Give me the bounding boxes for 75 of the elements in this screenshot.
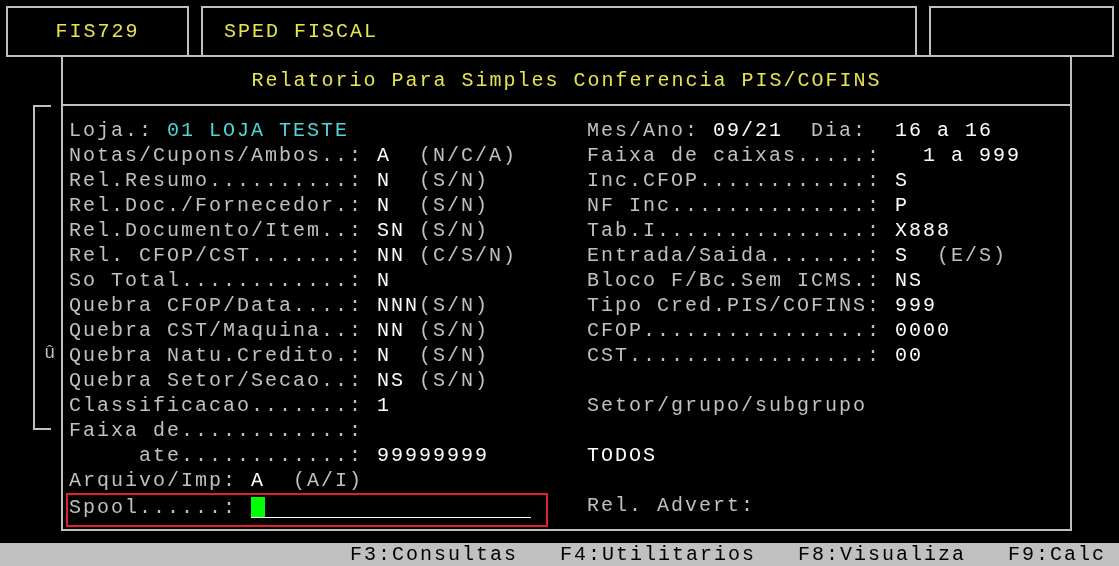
field-label: Tab.I...............: xyxy=(587,219,882,242)
field-label: Tipo Cred.PIS/COFINS: xyxy=(587,294,882,317)
field-hint: (S/N) xyxy=(419,343,489,368)
field-value[interactable]: 0000 xyxy=(895,319,951,342)
field-value[interactable]: N xyxy=(377,194,391,217)
function-key[interactable]: F8:Visualiza xyxy=(797,543,966,566)
field-value[interactable]: NN xyxy=(377,244,405,267)
field-label: Spool......: xyxy=(69,495,238,520)
field-label: NF Inc..............: xyxy=(587,194,882,217)
module-title: SPED FISCAL xyxy=(224,20,379,43)
field-hint: (S/N) xyxy=(419,293,489,318)
field-value[interactable]: S xyxy=(895,244,909,267)
field-label: Quebra CFOP/Data....: xyxy=(69,294,364,317)
field-label: Notas/Cupons/Ambos..: xyxy=(69,144,364,167)
field-hint: (S/N) xyxy=(419,168,489,193)
field-label: Quebra Setor/Secao..: xyxy=(69,369,364,392)
field-value[interactable]: 1 xyxy=(377,394,391,417)
field-hint: (S/N) xyxy=(419,368,489,393)
field-label: Entrada/Saida.......: xyxy=(587,244,882,267)
field-value[interactable]: 01 LOJA TESTE xyxy=(167,118,350,143)
field-hint: (N/C/A) xyxy=(419,143,517,168)
field-hint: (A/I) xyxy=(293,468,364,493)
field-value[interactable]: SN xyxy=(377,219,405,242)
field-value: TODOS xyxy=(587,443,657,468)
field-value[interactable]: NN xyxy=(377,319,405,342)
field-label: CFOP................: xyxy=(587,319,882,342)
dialog-title: Relatorio Para Simples Conferencia PIS/COFINS xyxy=(251,69,882,92)
field-hint: (S/N) xyxy=(419,218,489,243)
function-key[interactable]: F9:Calc xyxy=(1008,543,1106,566)
function-key[interactable]: F4:Utilitarios xyxy=(559,543,756,566)
field-value[interactable]: N xyxy=(377,269,391,292)
field-label: Rel.Resumo..........: xyxy=(69,169,364,192)
section-label: Rel. Advert: xyxy=(587,493,756,518)
field-label: Dia: xyxy=(811,118,868,143)
field-value[interactable]: A xyxy=(251,468,266,493)
field-value[interactable]: A xyxy=(377,144,391,167)
field-value[interactable]: N xyxy=(377,169,391,192)
field-value[interactable]: 99999999 xyxy=(377,444,489,467)
field-hint: (E/S) xyxy=(937,243,1007,268)
field-value[interactable]: 16 a 16 xyxy=(895,118,994,143)
field-hint: (C/S/N) xyxy=(419,243,517,268)
field-label: Faixa de caixas.....: xyxy=(587,144,882,167)
field-value[interactable]: X888 xyxy=(895,219,951,242)
field-label: Arquivo/Imp: xyxy=(69,468,238,493)
field-hint: (S/N) xyxy=(419,193,489,218)
field-value[interactable]: NS xyxy=(377,369,405,392)
spool-field[interactable] xyxy=(251,497,532,518)
field-value[interactable]: S xyxy=(895,169,909,192)
field-value[interactable]: 1 a 999 xyxy=(923,144,1021,167)
field-value[interactable]: NNN xyxy=(377,294,419,317)
field-label: Faixa de............: xyxy=(69,419,364,442)
field-value[interactable]: P xyxy=(895,194,909,217)
field-label: So Total............: xyxy=(69,269,364,292)
field-label: Inc.CFOP............: xyxy=(587,169,882,192)
field-value[interactable]: N xyxy=(377,344,391,367)
section-label: Setor/grupo/subgrupo xyxy=(587,393,868,418)
program-code: FIS729 xyxy=(55,20,140,43)
field-label: Loja.: xyxy=(69,118,153,143)
field-label: CST.................: xyxy=(587,344,882,367)
field-label: Quebra Natu.Credito.: xyxy=(69,344,364,367)
field-value[interactable]: 999 xyxy=(895,294,937,317)
field-label: Rel. CFOP/CST.......: xyxy=(69,244,364,267)
field-value[interactable]: NS xyxy=(895,269,923,292)
field-label: Classificacao.......: xyxy=(69,394,364,417)
field-label: Bloco F/Bc.Sem ICMS.: xyxy=(587,269,882,292)
field-label: Quebra CST/Maquina..: xyxy=(69,319,364,342)
field-value[interactable]: 09/21 xyxy=(713,118,811,143)
field-label: ate............: xyxy=(139,444,364,467)
function-key[interactable]: F3:Consultas xyxy=(349,543,518,566)
field-label: Rel.Documento/Item..: xyxy=(69,219,364,242)
field-label: Rel.Doc./Fornecedor.: xyxy=(69,194,364,217)
field-value[interactable]: 00 xyxy=(895,344,923,367)
field-label: Mes/Ano: xyxy=(587,118,699,143)
scroll-marker: û xyxy=(44,342,55,364)
field-hint: (S/N) xyxy=(419,318,489,343)
